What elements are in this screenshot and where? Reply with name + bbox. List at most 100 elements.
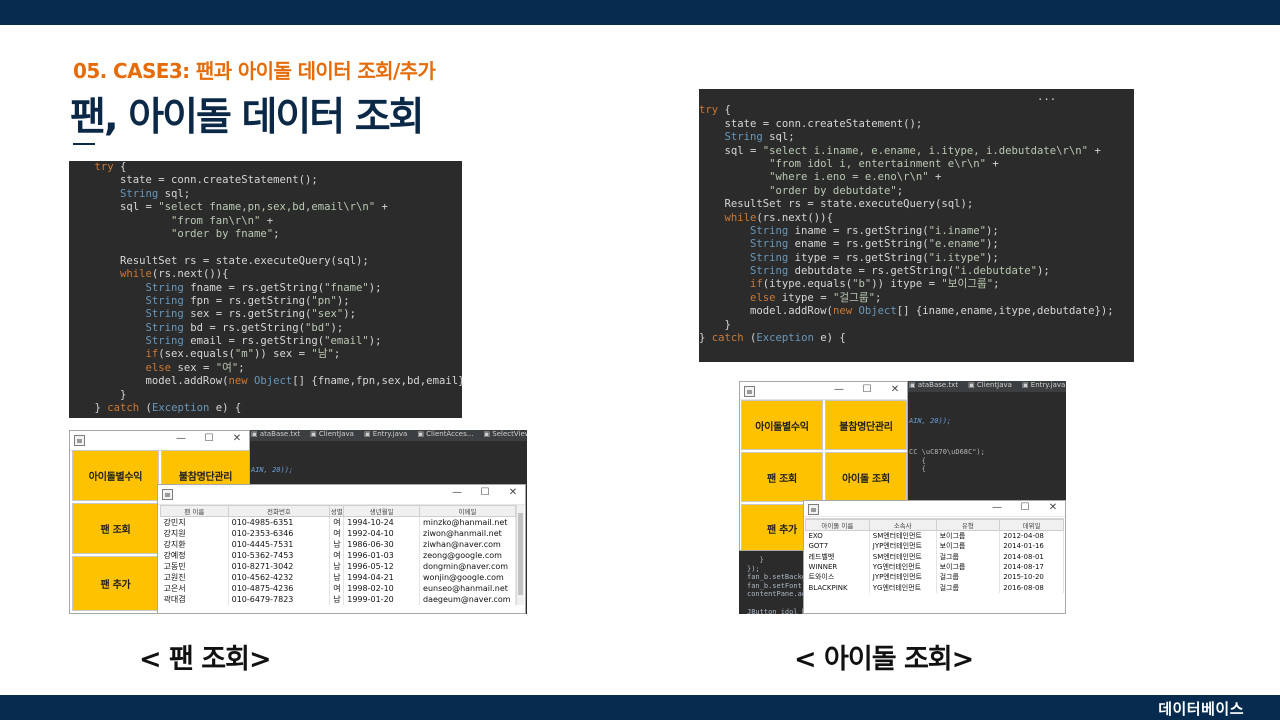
code-token: ); — [986, 238, 999, 251]
minimize-icon[interactable]: — — [833, 384, 845, 395]
code-token: "걸그룹" — [832, 291, 875, 304]
ide-snippet-bottom: } }); fan_b.setBackg fan_b.setFont conte… — [747, 556, 811, 614]
table-cell: 2014-08-17 — [999, 561, 1064, 573]
minimize-icon[interactable]: — — [175, 433, 187, 444]
close-icon[interactable]: ✕ — [889, 384, 901, 395]
code-line: String ename = rs.getString("e.ename"); — [699, 238, 1134, 251]
column-header[interactable]: 아이돌 이름 — [805, 519, 870, 531]
table-cell: 고은서 — [160, 583, 229, 594]
code-token: sql; — [762, 131, 795, 144]
code-token: new — [832, 305, 853, 318]
slide-subtitle: 05. CASE3: 팬과 아이돌 데이터 조회/추가 — [73, 59, 436, 83]
table-row[interactable]: 고은서 010-4875-4236 여 1998-02-10 eunseo@hanmai… — [160, 583, 516, 594]
result-window-titlebar: — ☐ ✕ — [158, 485, 525, 505]
table-row[interactable]: 강지원 010-2353-6346 여 1992-04-10 ziwon@hanmail… — [160, 528, 516, 539]
table-row[interactable]: 트와이스 JYP엔터테인먼트 걸그룹 2015-10-20 — [805, 572, 1064, 583]
table-row[interactable]: 고동민 010-8271-3042 남 1996-05-12 dongmin@naver… — [160, 561, 516, 572]
ide-tab[interactable]: ▣ Entry.java — [1022, 381, 1065, 389]
maximize-icon[interactable]: ☐ — [1019, 502, 1031, 513]
close-icon[interactable]: ✕ — [1047, 502, 1059, 513]
column-header[interactable]: 소속사 — [868, 519, 937, 531]
table-row[interactable]: EXO SM엔터테인먼트 보이그룹 2012-04-08 — [805, 530, 1064, 541]
code-token: "e.ename" — [928, 238, 987, 251]
fan-view-button[interactable]: 팬 조회 — [741, 452, 823, 502]
table-row[interactable]: 강민지 010-4985-6351 여 1994-10-24 minzko@hanmai… — [160, 516, 516, 528]
table-cell: WINNER — [805, 561, 870, 573]
code-token: itype = rs.getString( — [788, 251, 929, 264]
ide-tab[interactable]: ▣ Entry.java — [364, 430, 407, 438]
table-row[interactable]: 강지환 010-4445-7531 남 1986-06-30 ziwhan@naver.… — [160, 539, 516, 550]
close-icon[interactable]: ✕ — [231, 433, 243, 444]
close-icon[interactable]: ✕ — [507, 487, 519, 498]
idol-result-window[interactable]: — ☐ ✕ 아이돌 이름 소속사 유형 데뷔일 EXO SM엔터테인먼트 보이그룹 2012… — [803, 500, 1066, 614]
ide-tab[interactable]: ▣ SelectView.java — [483, 430, 527, 438]
column-header[interactable]: 유형 — [935, 519, 1001, 531]
code-token: Exception — [756, 332, 814, 345]
fan-result-window[interactable]: — ☐ ✕ 팬 이름 전화번호 성별 생년월일 이메일 강민지 010-4985-6351… — [157, 484, 526, 614]
minimize-icon[interactable]: — — [451, 487, 463, 498]
table-row[interactable]: BLACKPINK YG엔터테인먼트 걸그룹 2016-08-08 — [805, 582, 1064, 593]
maximize-icon[interactable]: ☐ — [861, 384, 873, 395]
table-row[interactable]: 곽대겸 010-6479-7823 남 1999-01-20 daegeum@naver… — [160, 594, 516, 605]
code-token: e) { — [209, 402, 242, 415]
code-token: [] {iname,ename,itype,debutdate}); — [896, 305, 1114, 318]
maximize-icon[interactable]: ☐ — [203, 433, 215, 444]
fan-add-button[interactable]: 팬 추가 — [72, 556, 159, 611]
ide-tab[interactable]: ▣ ClientAcces... — [417, 430, 473, 438]
ide-tab[interactable]: ▣ ataBase.txt — [909, 381, 958, 389]
absence-list-button[interactable]: 불참명단관리 — [825, 400, 907, 450]
table-cell: 1994-04-21 — [343, 572, 421, 583]
code-token: catch — [711, 332, 744, 345]
column-header[interactable]: 팬 이름 — [160, 505, 229, 517]
code-line: sql = "select i.iname, e.ename, i.itype,… — [699, 145, 1134, 158]
code-token: { — [718, 104, 731, 117]
idol-view-button[interactable]: 아이돌 조회 — [825, 452, 907, 502]
table-row[interactable]: GOT7 JYP엔터테인먼트 보이그룹 2014-01-16 — [805, 541, 1064, 552]
idol-revenue-button[interactable]: 아이돌별수익 — [72, 450, 159, 501]
table-row[interactable]: 강예정 010-5362-7453 여 1996-01-03 zeong@google.… — [160, 550, 516, 561]
table-cell: wonjin@google.com — [419, 572, 516, 583]
minimize-icon[interactable]: — — [991, 502, 1003, 513]
table-row[interactable]: 고원진 010-4562-4232 남 1994-04-21 wonjin@google… — [160, 572, 516, 583]
java-app-icon — [744, 386, 755, 397]
table-row[interactable]: WINNER YG엔터테인먼트 보이그룹 2014-08-17 — [805, 561, 1064, 573]
column-header[interactable]: 생년월일 — [343, 505, 421, 517]
table-cell: 남 — [329, 572, 345, 583]
column-header[interactable]: 이메일 — [419, 505, 516, 517]
table-cell: 여 — [329, 583, 345, 594]
ide-tab[interactable]: ▣ ataBase.txt — [251, 430, 300, 438]
table-cell: 걸그룹 — [936, 582, 1001, 593]
code-token: sex = — [171, 361, 216, 374]
idol-query-code: ... try { state = conn.createStatement();… — [699, 89, 1134, 362]
fan-view-button[interactable]: 팬 조회 — [72, 503, 159, 554]
code-token: } — [69, 402, 108, 415]
table-cell: SM엔터테인먼트 — [869, 551, 937, 562]
column-header[interactable]: 데뷔일 — [999, 519, 1064, 531]
maximize-icon[interactable]: ☐ — [479, 487, 491, 498]
fan-table-scrollbar[interactable] — [516, 505, 524, 605]
idol-table[interactable]: 아이돌 이름 소속사 유형 데뷔일 EXO SM엔터테인먼트 보이그룹 2012-04-08… — [805, 519, 1064, 593]
code-token: (rs.next()){ — [756, 211, 833, 224]
code-token: "i.itype" — [928, 251, 987, 264]
ide-tab[interactable]: ▣ ClientJava — [310, 430, 354, 438]
scrollbar-thumb[interactable] — [518, 513, 523, 595]
idol-revenue-button[interactable]: 아이돌별수익 — [741, 400, 823, 450]
ide-snippet-top: AIN, 20)); — [909, 417, 952, 425]
fan-table[interactable]: 팬 이름 전화번호 성별 생년월일 이메일 강민지 010-4985-6351 여 1994-… — [160, 505, 516, 605]
code-token: } — [69, 388, 127, 401]
code-token: ); — [330, 321, 344, 334]
table-row[interactable]: 레드벨벳 SM엔터테인먼트 걸그룹 2014-08-01 — [805, 551, 1064, 562]
code-token: model.addRow( — [699, 305, 833, 318]
table-cell: BLACKPINK — [805, 582, 870, 593]
table-cell: YG엔터테인먼트 — [869, 561, 937, 573]
code-token: "fname" — [324, 281, 369, 294]
java-app-icon — [162, 489, 173, 500]
column-header[interactable]: 전화번호 — [227, 505, 331, 517]
code-token: ); — [368, 335, 382, 348]
column-header[interactable]: 성별 — [329, 505, 345, 517]
idol-table-viewport: 아이돌 이름 소속사 유형 데뷔일 EXO SM엔터테인먼트 보이그룹 2012-04-08… — [805, 518, 1064, 612]
ide-tab[interactable]: ▣ ClientJava — [968, 381, 1012, 389]
code-token: "email" — [324, 335, 369, 348]
table-cell: 1986-06-30 — [343, 539, 421, 550]
table-cell: 1996-01-03 — [343, 550, 421, 561]
